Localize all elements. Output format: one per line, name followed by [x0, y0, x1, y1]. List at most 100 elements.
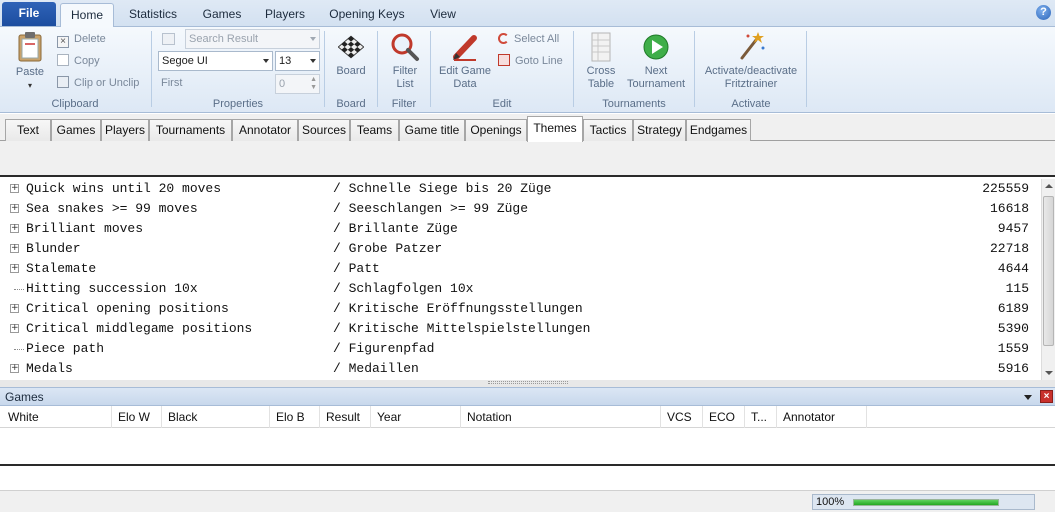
theme-game-count: 115	[1005, 281, 1029, 296]
theme-tree-list[interactable]: + Quick wins until 20 moves / Schnelle Sie…	[0, 179, 1041, 380]
font-size-select[interactable]: 13	[275, 51, 320, 71]
tab-strategy[interactable]: Strategy	[633, 119, 686, 141]
theme-row[interactable]: Hitting succession 10x / Schlagfolgen 10x…	[0, 279, 1041, 299]
splitter-grip-icon[interactable]	[488, 381, 568, 384]
column-notation[interactable]: Notation	[461, 406, 661, 428]
tab-text[interactable]: Text	[5, 119, 51, 141]
tab-players[interactable]: Players	[101, 119, 149, 141]
expand-plus-icon[interactable]: +	[10, 244, 19, 253]
search-result-combo[interactable]: Search Result	[185, 29, 320, 49]
tournaments-group: Cross Table Next Tournament Tournaments	[575, 27, 693, 113]
goto-line-button[interactable]: Goto Line	[498, 52, 563, 70]
ribbon-tab-statistics[interactable]: Statistics	[120, 3, 186, 27]
theme-name-de: / Schnelle Siege bis 20 Züge	[333, 181, 552, 196]
expand-plus-icon[interactable]: +	[10, 324, 19, 333]
theme-row[interactable]: + Critical opening positions / Kritische E…	[0, 299, 1041, 319]
column-elo-black[interactable]: Elo B	[270, 406, 320, 428]
column-year[interactable]: Year	[371, 406, 461, 428]
app-window: File Home Statistics Games Players Openi…	[0, 0, 1055, 512]
vertical-scrollbar[interactable]	[1041, 179, 1055, 380]
status-bar: 100%	[0, 490, 1055, 512]
activate-group-label: Activate	[731, 98, 771, 110]
filter-list-button[interactable]: Filter List	[383, 32, 427, 91]
ribbon-tab-players[interactable]: Players	[257, 3, 313, 27]
expand-plus-icon[interactable]: +	[10, 304, 19, 313]
theme-row[interactable]: + Critical middlegame positions / Kritisch…	[0, 319, 1041, 339]
select-all-button[interactable]: Select All	[498, 30, 559, 48]
file-menu-tab[interactable]: File	[2, 2, 56, 26]
games-panel-title: Games	[5, 390, 44, 404]
column-white[interactable]: White	[2, 406, 112, 428]
tab-sources[interactable]: Sources	[298, 119, 350, 141]
scrollbar-thumb[interactable]	[1043, 196, 1054, 346]
column-eco[interactable]: ECO	[703, 406, 745, 428]
scroll-down-icon[interactable]	[1042, 366, 1055, 380]
clipboard-group-label: Clipboard	[51, 98, 99, 110]
column-vcs[interactable]: VCS	[661, 406, 703, 428]
theme-row[interactable]: + Quick wins until 20 moves / Schnelle Sie…	[0, 179, 1041, 199]
copy-icon	[57, 54, 69, 66]
delete-button[interactable]: × Delete	[57, 30, 106, 48]
goto-line-icon	[498, 54, 510, 66]
tab-games[interactable]: Games	[51, 119, 101, 141]
theme-row[interactable]: + Stalemate / Patt 4644	[0, 259, 1041, 279]
theme-row[interactable]: + Brilliant moves / Brillante Züge 9457	[0, 219, 1041, 239]
panel-menu-icon[interactable]	[1024, 395, 1032, 400]
column-black[interactable]: Black	[162, 406, 270, 428]
theme-name-en: Critical middlegame positions	[26, 321, 253, 336]
edit-game-data-button[interactable]: Edit Game Data	[434, 32, 496, 91]
theme-row[interactable]: + Medals / Medaillen 5916	[0, 359, 1041, 379]
games-list-body[interactable]	[0, 428, 1055, 466]
expand-plus-icon[interactable]: +	[10, 204, 19, 213]
column-annotator[interactable]: Annotator	[777, 406, 867, 428]
theme-row[interactable]: + Blunder / Grobe Patzer 22718	[0, 239, 1041, 259]
expand-plus-icon[interactable]: +	[10, 364, 19, 373]
theme-row[interactable]: + Sea snakes >= 99 moves / Seeschlangen >=…	[0, 199, 1041, 219]
board-group: Board Board	[326, 27, 376, 113]
tab-tournaments[interactable]: Tournaments	[149, 119, 232, 141]
next-tournament-button[interactable]: Next Tournament	[623, 32, 689, 91]
tree-connector-icon	[14, 289, 24, 290]
ribbon-tab-view[interactable]: View	[422, 3, 464, 27]
cross-table-label: Cross Table	[586, 65, 616, 90]
theme-row[interactable]: Piece path / Figurenpfad 1559	[0, 339, 1041, 359]
expand-plus-icon[interactable]: +	[10, 224, 19, 233]
tab-teams[interactable]: Teams	[350, 119, 399, 141]
tab-game-title[interactable]: Game title	[399, 119, 465, 141]
search-result-icon	[162, 33, 175, 45]
magic-wand-icon	[740, 32, 765, 60]
chevron-down-icon	[310, 37, 316, 41]
theme-name-en: Medals	[26, 361, 73, 376]
theme-game-count: 9457	[997, 221, 1029, 236]
tab-openings[interactable]: Openings	[465, 119, 527, 141]
tab-tactics[interactable]: Tactics	[583, 119, 633, 141]
clipboard-group: Paste ▾ × Delete Copy Clip or Unclip Clip…	[0, 27, 150, 113]
ribbon-tab-opening-keys[interactable]: Opening Keys	[324, 3, 410, 27]
play-icon	[643, 34, 669, 60]
column-tournament[interactable]: T...	[745, 406, 777, 428]
clip-unclip-button[interactable]: Clip or Unclip	[57, 74, 139, 92]
tab-annotator[interactable]: Annotator	[232, 119, 298, 141]
ribbon-tab-home[interactable]: Home	[60, 3, 114, 28]
copy-button[interactable]: Copy	[57, 52, 100, 70]
ribbon-tab-games[interactable]: Games	[196, 3, 248, 27]
first-spinner[interactable]: 0 ▲ ▼	[275, 74, 320, 94]
column-result[interactable]: Result	[320, 406, 371, 428]
tab-endgames[interactable]: Endgames	[686, 119, 751, 141]
progress-bar-fill	[854, 500, 998, 505]
expand-plus-icon[interactable]: +	[10, 184, 19, 193]
games-column-header: White Elo W Black Elo B Result Year Nota…	[0, 406, 1055, 428]
panel-splitter[interactable]	[0, 380, 1055, 387]
close-icon[interactable]: ×	[1040, 390, 1053, 403]
scroll-up-icon[interactable]	[1042, 179, 1055, 193]
separator	[377, 31, 378, 107]
expand-plus-icon[interactable]: +	[10, 264, 19, 273]
column-elo-white[interactable]: Elo W	[112, 406, 162, 428]
help-icon[interactable]: ?	[1036, 5, 1051, 20]
cross-table-button[interactable]: Cross Table	[579, 32, 623, 91]
paste-button[interactable]: Paste ▾	[8, 31, 52, 92]
font-select[interactable]: Segoe UI	[158, 51, 273, 71]
board-button[interactable]: Board	[330, 32, 372, 78]
tab-themes[interactable]: Themes	[527, 116, 583, 142]
activate-fritztrainer-button[interactable]: Activate/deactivate Fritztrainer	[698, 30, 804, 91]
